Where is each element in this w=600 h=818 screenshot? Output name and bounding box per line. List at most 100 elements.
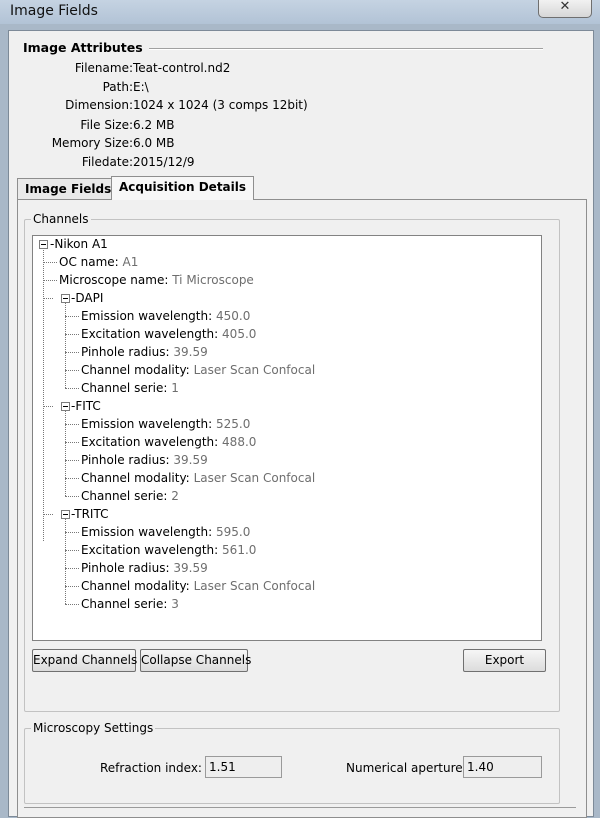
prop-label: Microscope name: [59, 273, 169, 287]
tree-node-prop[interactable]: Channel modality: Laser Scan Confocal [81, 361, 315, 379]
prop-value: 561.0 [222, 543, 257, 557]
prop-value: 595.0 [215, 525, 251, 539]
refraction-index-field[interactable]: 1.51 [205, 756, 282, 778]
tree-connector [65, 370, 79, 371]
prop-value: 39.59 [173, 453, 208, 467]
prop-label: Channel modality: [81, 471, 190, 485]
collapse-icon[interactable] [39, 240, 48, 249]
tree-connector [65, 410, 66, 496]
tree-node-prop[interactable]: Channel modality: Laser Scan Confocal [81, 577, 315, 595]
tab-image-fields[interactable]: Image Fields [17, 178, 120, 199]
attr-label: Filename: [74, 61, 133, 75]
tree-node-channel[interactable]: -FITC [71, 397, 101, 415]
prop-value: Laser Scan Confocal [193, 363, 316, 377]
prop-value: 39.59 [173, 345, 208, 359]
root-label: Nikon A1 [54, 237, 108, 251]
attr-label: Dimension: [65, 98, 133, 112]
prop-value: 2 [171, 489, 179, 503]
tree-node-prop[interactable]: Pinhole radius: 39.59 [81, 559, 208, 577]
tree-connector [65, 460, 79, 461]
tree-connector [43, 262, 57, 263]
attr-row-file-size: File Size: 6.2 MB [9, 118, 409, 136]
tree-node-prop[interactable]: Emission wavelength: 595.0 [81, 523, 250, 541]
prop-label: Excitation wavelength: [81, 435, 219, 449]
tree-connector [65, 550, 79, 551]
collapse-icon[interactable] [61, 510, 70, 519]
tree-connector [65, 388, 79, 389]
prop-value: Laser Scan Confocal [193, 579, 316, 593]
prop-value: 39.59 [173, 561, 208, 575]
prop-label: Channel modality: [81, 363, 190, 377]
prop-label: Channel modality: [81, 579, 190, 593]
prop-label: OC name: [59, 255, 119, 269]
tree-node-prop[interactable]: Channel serie: 2 [81, 487, 179, 505]
tree-node-prop[interactable]: Channel modality: Laser Scan Confocal [81, 469, 315, 487]
tree-node-channel[interactable]: -TRITC [71, 505, 108, 523]
dialog-body: Image Attributes Filename: Teat-control.… [8, 30, 594, 818]
tree-connector [65, 478, 79, 479]
tree-connector [65, 518, 66, 604]
tree-node-oc-name[interactable]: OC name: A1 [59, 253, 138, 271]
close-button[interactable]: ✕ [538, 0, 592, 18]
prop-value: A1 [122, 255, 139, 269]
prop-value: 3 [171, 597, 179, 611]
attr-row-dimension: Dimension: 1024 x 1024 (3 comps 12bit) [9, 98, 409, 116]
tree-node-root[interactable]: -Nikon A1 [50, 235, 108, 253]
prop-label: Channel serie: [81, 381, 168, 395]
tree-node-prop[interactable]: Channel serie: 3 [81, 595, 179, 613]
channels-group: Channels -Nikon A1 OC name: A1 Microscop… [24, 212, 560, 712]
prop-value: 525.0 [215, 417, 251, 431]
numerical-aperture-field[interactable]: 1.40 [463, 756, 542, 778]
close-icon: ✕ [559, 0, 571, 14]
attr-row-filedate: Filedate: 2015/12/9 [9, 155, 409, 173]
tree-node-prop[interactable]: Excitation wavelength: 561.0 [81, 541, 256, 559]
tree-node-microscope-name[interactable]: Microscope name: Ti Microscope [59, 271, 254, 289]
attr-value: 1024 x 1024 (3 comps 12bit) [133, 98, 308, 112]
attr-value: E:\ [133, 80, 149, 94]
attr-row-filename: Filename: Teat-control.nd2 [9, 61, 409, 79]
tree-connector [65, 424, 79, 425]
tree-connector [65, 352, 79, 353]
title-bar[interactable]: Image Fields ✕ [0, 0, 600, 24]
channels-tree[interactable]: -Nikon A1 OC name: A1 Microscope name: T… [32, 235, 542, 641]
tree-node-prop[interactable]: Pinhole radius: 39.59 [81, 343, 208, 361]
tree-connector [43, 250, 44, 541]
tree-node-prop[interactable]: Excitation wavelength: 405.0 [81, 325, 256, 343]
collapse-icon[interactable] [61, 294, 70, 303]
tab-acquisition-details[interactable]: Acquisition Details [111, 176, 255, 200]
expand-channels-button[interactable]: Expand Channels [32, 649, 137, 672]
tree-connector [65, 316, 79, 317]
attr-row-path: Path: E:\ [9, 80, 409, 98]
tree-connector [65, 604, 79, 605]
prop-label: Excitation wavelength: [81, 543, 219, 557]
attr-label: Filedate: [81, 155, 133, 169]
window-title: Image Fields [10, 3, 98, 19]
tree-node-prop[interactable]: Channel serie: 1 [81, 379, 179, 397]
collapse-channels-button[interactable]: Collapse Channels [140, 649, 251, 672]
prop-value: Laser Scan Confocal [193, 471, 316, 485]
attr-label: File Size: [80, 118, 133, 132]
export-button[interactable]: Export [463, 649, 546, 672]
refraction-index-label: Refraction index: [100, 761, 202, 775]
prop-label: Emission wavelength: [81, 309, 213, 323]
prop-value: 405.0 [222, 327, 257, 341]
tree-node-prop[interactable]: Pinhole radius: 39.59 [81, 451, 208, 469]
prop-label: Emission wavelength: [81, 525, 213, 539]
channel-name: TRITC [74, 507, 109, 521]
tree-connector [43, 298, 53, 299]
numerical-aperture-label: Numerical aperture: [346, 761, 467, 775]
tree-node-prop[interactable]: Excitation wavelength: 488.0 [81, 433, 256, 451]
tree-node-prop[interactable]: Emission wavelength: 450.0 [81, 307, 250, 325]
tree-node-channel[interactable]: -DAPI [71, 289, 103, 307]
attr-label: Memory Size: [51, 136, 133, 150]
prop-label: Excitation wavelength: [81, 327, 219, 341]
tree-connector [65, 302, 66, 388]
channel-name: DAPI [75, 291, 104, 305]
attr-value: 6.0 MB [133, 136, 175, 150]
tree-connector [43, 280, 57, 281]
prop-value: Ti Microscope [172, 273, 254, 287]
footer-divider [24, 807, 576, 808]
collapse-icon[interactable] [61, 402, 70, 411]
attr-value: 2015/12/9 [133, 155, 195, 169]
tree-node-prop[interactable]: Emission wavelength: 525.0 [81, 415, 250, 433]
